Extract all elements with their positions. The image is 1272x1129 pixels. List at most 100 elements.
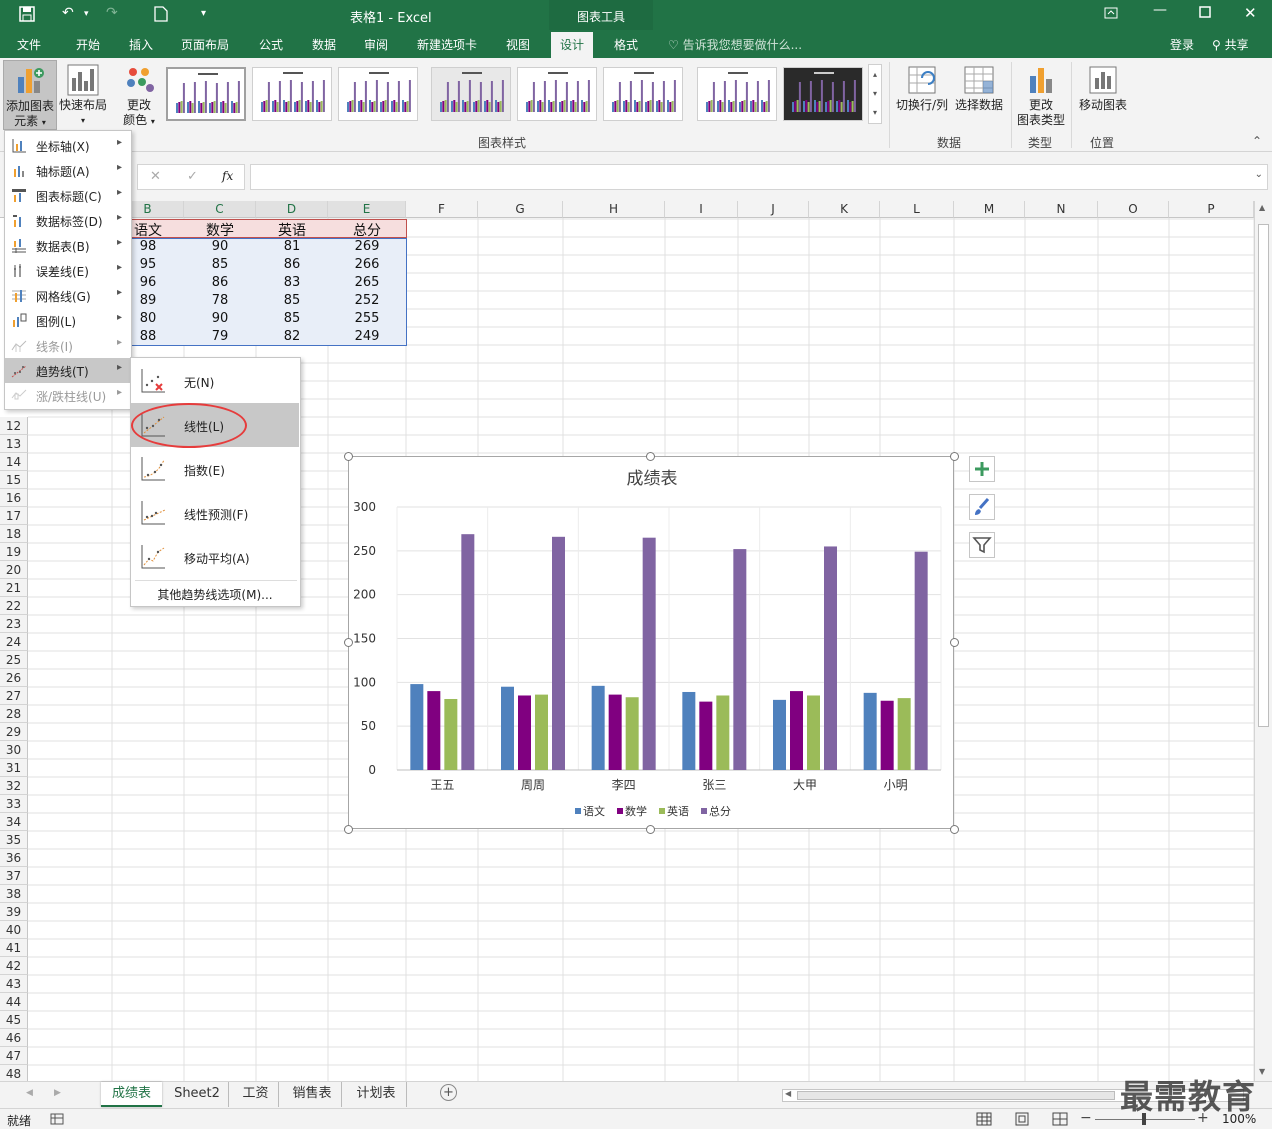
trendline-option-moving-avg[interactable]: 移动平均(A) — [131, 535, 299, 579]
trendline-option-exponential[interactable]: 指数(E) — [131, 447, 299, 491]
column-header[interactable]: F — [406, 201, 478, 218]
chart-style-thumbnail[interactable] — [166, 67, 246, 121]
row-header[interactable]: 42 — [0, 957, 28, 975]
resize-handle[interactable] — [950, 452, 959, 461]
row-header[interactable]: 20 — [0, 561, 28, 579]
column-header[interactable]: K — [809, 201, 880, 218]
sheet-tab[interactable]: 成绩表 — [101, 1082, 162, 1107]
table-cell[interactable]: 90 — [184, 311, 256, 326]
cancel-icon[interactable]: ✕ — [150, 169, 161, 184]
share-button[interactable]: ⚲ 共享 — [1212, 36, 1249, 53]
bar-数学-周周[interactable] — [518, 695, 531, 770]
table-cell[interactable]: 266 — [331, 257, 403, 272]
row-header[interactable]: 29 — [0, 723, 28, 741]
move-chart-button[interactable]: 移动图表 — [1076, 64, 1130, 113]
table-cell[interactable]: 255 — [331, 311, 403, 326]
change-chart-type-button[interactable]: 更改 图表类型 — [1014, 64, 1068, 128]
add-chart-element-button[interactable]: 添加图表 元素 ▾ — [3, 60, 57, 130]
tab-new[interactable]: 新建选项卡 — [417, 36, 477, 53]
vertical-scroll-thumb[interactable] — [1258, 224, 1269, 727]
bar-数学-大甲[interactable] — [790, 691, 803, 770]
trendline-option-forecast[interactable]: 线性预测(F) — [131, 491, 299, 535]
insert-function-icon[interactable]: fx — [222, 169, 233, 183]
vertical-scrollbar[interactable]: ▲ ▼ — [1254, 201, 1272, 1081]
bar-总分-张三[interactable] — [733, 549, 747, 770]
row-header[interactable]: 43 — [0, 975, 28, 993]
row-header[interactable]: 18 — [0, 525, 28, 543]
resize-handle[interactable] — [344, 638, 353, 647]
chart-style-thumbnail[interactable] — [431, 67, 511, 121]
bar-数学-小明[interactable] — [880, 700, 894, 770]
header-cell[interactable]: 英语 — [256, 220, 328, 240]
table-cell[interactable]: 90 — [184, 239, 256, 254]
row-header[interactable]: 26 — [0, 669, 28, 687]
column-header[interactable]: J — [738, 201, 809, 218]
row-header[interactable]: 24 — [0, 633, 28, 651]
gallery-more-icon[interactable]: ▾ — [869, 103, 881, 122]
table-cell[interactable]: 85 — [256, 293, 328, 308]
row-header[interactable]: 15 — [0, 471, 28, 489]
change-colors-button[interactable]: 更改 颜色 ▾ — [116, 64, 162, 129]
row-header[interactable]: 12 — [0, 417, 28, 435]
tab-scroll-left-icon[interactable]: ◀ — [26, 1088, 33, 1098]
table-cell[interactable]: 79 — [184, 329, 256, 344]
row-header[interactable]: 39 — [0, 903, 28, 921]
undo-icon[interactable]: ↶ — [62, 5, 74, 21]
column-header[interactable]: M — [954, 201, 1025, 218]
row-header[interactable]: 38 — [0, 885, 28, 903]
menu-item-error-bar[interactable]: 误差线(E) ▸ — [5, 258, 131, 283]
table-cell[interactable]: 85 — [256, 311, 328, 326]
chart-elements-button[interactable] — [969, 456, 995, 482]
column-header[interactable]: G — [478, 201, 563, 218]
chart-style-thumbnail[interactable] — [603, 67, 683, 121]
resize-handle[interactable] — [950, 825, 959, 834]
menu-item-gridline[interactable]: 网格线(G) ▸ — [5, 283, 131, 308]
bar-数学-李四[interactable] — [608, 694, 622, 770]
more-trendline-options[interactable]: 其他趋势线选项(M)... — [131, 582, 299, 606]
gallery-down-icon[interactable]: ▾ — [869, 84, 881, 103]
sheet-tab[interactable]: 计划表 — [346, 1082, 407, 1107]
row-header[interactable]: 47 — [0, 1047, 28, 1065]
select-data-button[interactable]: 选择数据 — [953, 64, 1005, 113]
row-header[interactable]: 40 — [0, 921, 28, 939]
gallery-up-icon[interactable]: ▴ — [869, 65, 881, 84]
bar-语文-张三[interactable] — [682, 691, 696, 770]
row-header[interactable]: 41 — [0, 939, 28, 957]
row-header[interactable]: 13 — [0, 435, 28, 453]
column-header[interactable]: P — [1169, 201, 1254, 218]
table-cell[interactable]: 83 — [256, 275, 328, 290]
bar-英语-张三[interactable] — [716, 695, 730, 770]
row-header[interactable]: 23 — [0, 615, 28, 633]
undo-dropdown-icon[interactable]: ▾ — [84, 9, 89, 19]
header-cell[interactable]: 数学 — [184, 220, 256, 240]
page-layout-view-icon[interactable] — [1014, 1112, 1030, 1129]
quick-layout-button[interactable]: 快速布局 ▾ — [58, 64, 108, 128]
resize-handle[interactable] — [646, 452, 655, 461]
column-header[interactable]: D — [256, 201, 328, 218]
zoom-out-icon[interactable]: − — [1080, 1110, 1092, 1126]
row-header[interactable]: 30 — [0, 741, 28, 759]
tab-file[interactable]: 文件 — [17, 36, 41, 53]
row-header[interactable]: 31 — [0, 759, 28, 777]
resize-handle[interactable] — [344, 452, 353, 461]
tab-view[interactable]: 视图 — [506, 36, 530, 53]
bar-语文-大甲[interactable] — [773, 699, 786, 770]
menu-item-trendline[interactable]: 趋势线(T) ▸ — [5, 358, 131, 383]
table-cell[interactable]: 86 — [256, 257, 328, 272]
row-header[interactable]: 22 — [0, 597, 28, 615]
bar-语文-小明[interactable] — [863, 692, 877, 770]
column-header[interactable]: N — [1025, 201, 1098, 218]
save-icon[interactable] — [19, 6, 35, 26]
macro-record-icon[interactable] — [50, 1112, 64, 1129]
enter-icon[interactable]: ✓ — [187, 169, 198, 184]
bar-总分-周周[interactable] — [552, 536, 565, 770]
chart-style-thumbnail[interactable] — [697, 67, 777, 121]
resize-handle[interactable] — [344, 825, 353, 834]
column-header[interactable]: L — [880, 201, 954, 218]
gallery-scroll[interactable]: ▴ ▾ ▾ — [868, 64, 882, 124]
row-header[interactable]: 36 — [0, 849, 28, 867]
row-header[interactable]: 28 — [0, 705, 28, 723]
hscroll-left-icon[interactable]: ◀ — [785, 1089, 791, 1098]
row-header[interactable]: 46 — [0, 1029, 28, 1047]
bar-数学-王五[interactable] — [427, 691, 441, 770]
